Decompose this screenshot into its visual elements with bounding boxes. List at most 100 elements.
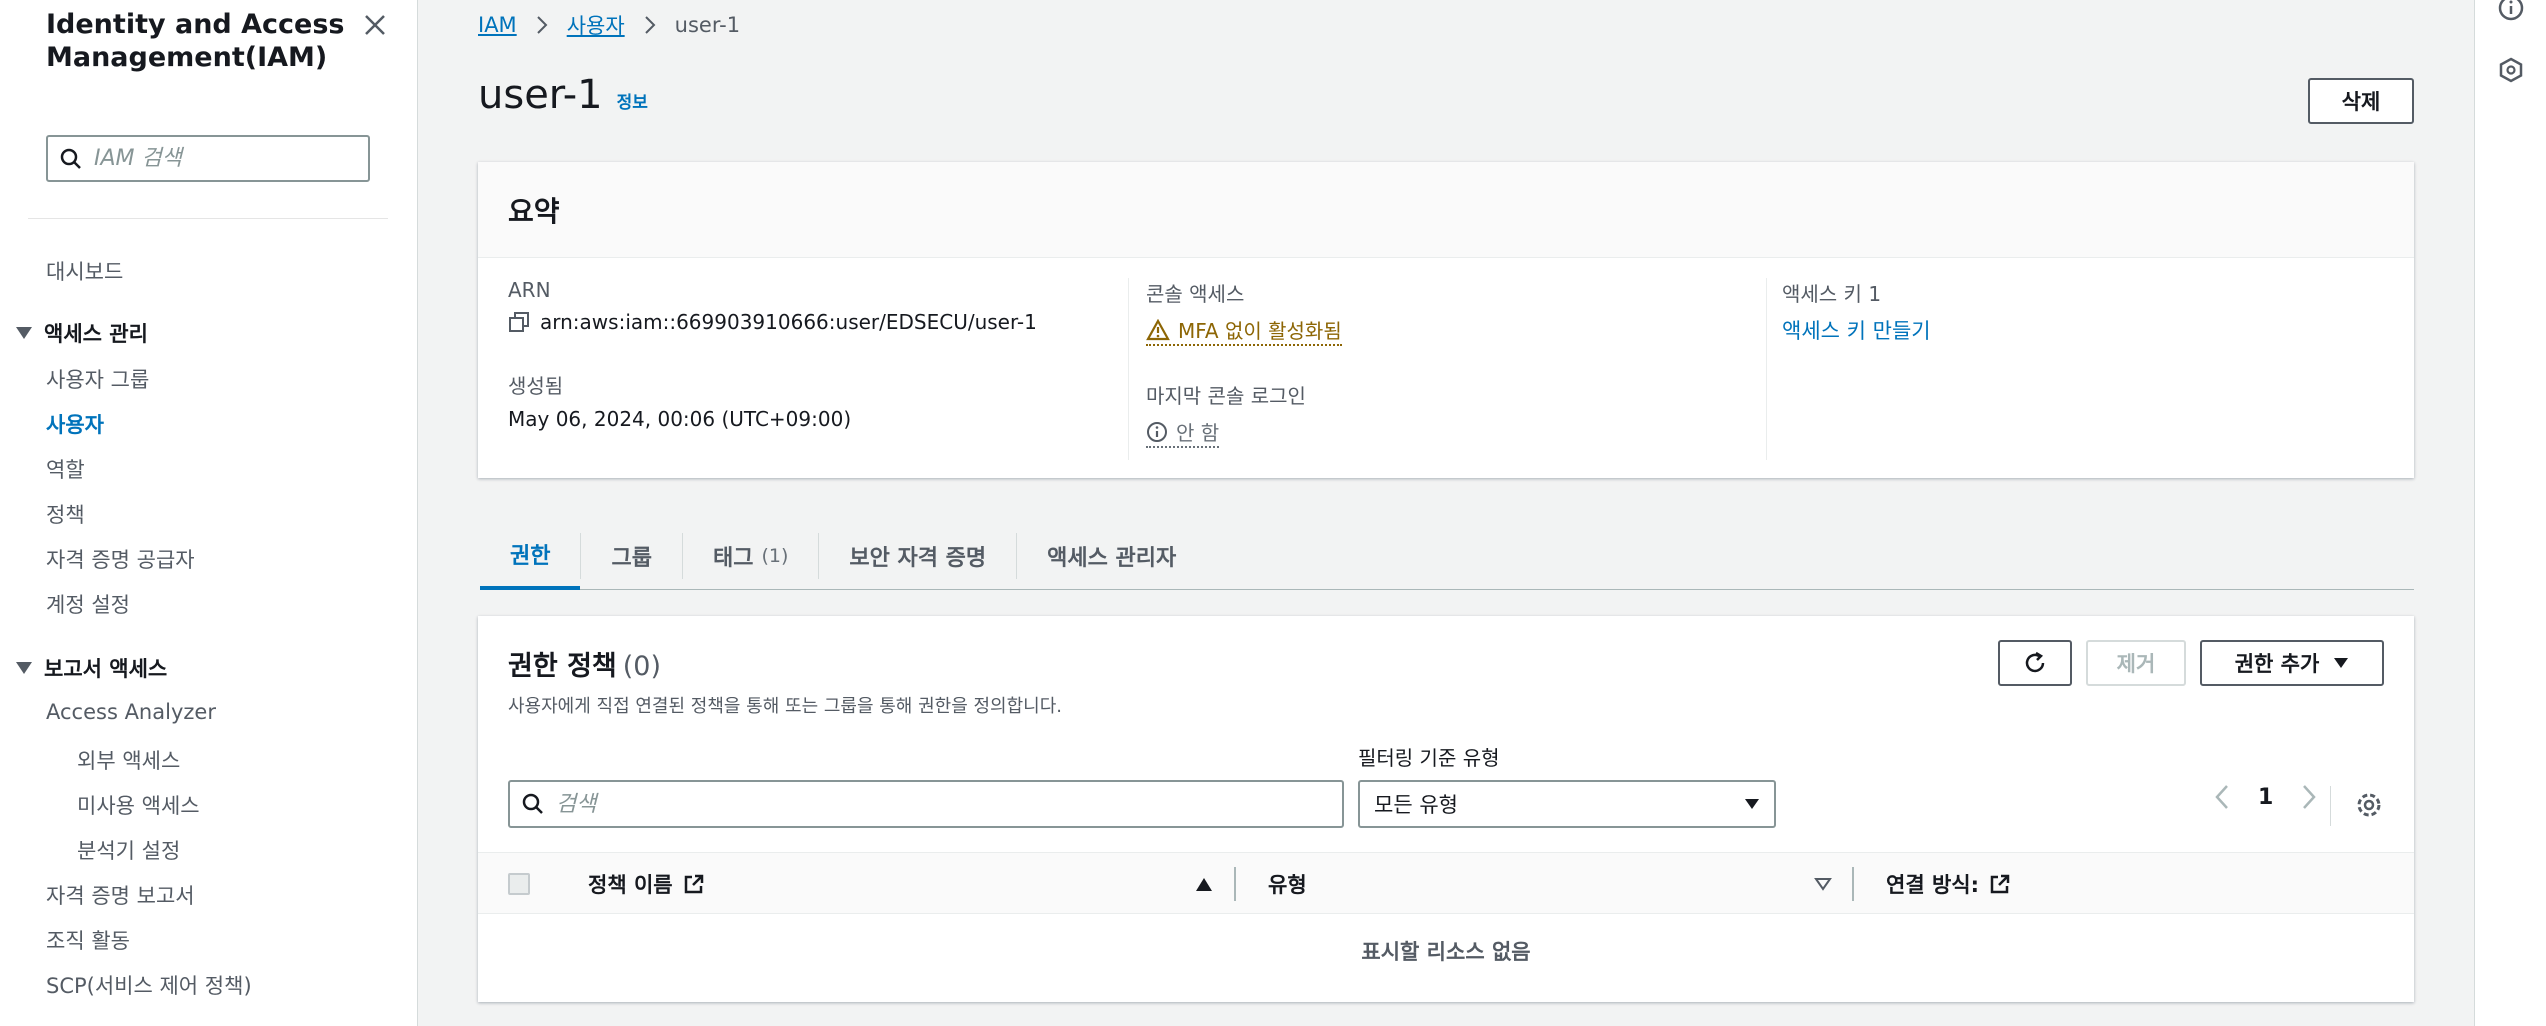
caret-down-icon xyxy=(1745,799,1759,809)
sidebar-item-organization-activity[interactable]: 조직 활동 xyxy=(46,925,130,955)
policy-search-input[interactable] xyxy=(556,791,1316,817)
column-policy-name[interactable]: 정책 이름 xyxy=(588,853,705,915)
sidebar-item-users[interactable]: 사용자 xyxy=(46,409,104,439)
sidebar-search-input[interactable] xyxy=(94,146,354,171)
filter-type-label: 필터링 기준 유형 xyxy=(1358,746,1500,770)
page-title: user-1 정보 xyxy=(478,72,648,118)
created-label: 생성됨 xyxy=(508,374,564,398)
last-login-label: 마지막 콘솔 로그인 xyxy=(1146,384,1306,408)
sidebar-item-analyzer-settings[interactable]: 분석기 설정 xyxy=(77,835,180,865)
sidebar-item-user-groups[interactable]: 사용자 그룹 xyxy=(46,364,149,394)
create-access-key-link[interactable]: 액세스 키 만들기 xyxy=(1782,315,1931,345)
console-access-label: 콘솔 액세스 xyxy=(1146,282,1245,306)
tab-permissions[interactable]: 권한 xyxy=(480,522,581,590)
pager-divider xyxy=(2330,786,2331,826)
sidebar-item-identity-providers[interactable]: 자격 증명 공급자 xyxy=(46,544,195,574)
pagination: 1 xyxy=(2214,784,2317,810)
refresh-button[interactable] xyxy=(1998,640,2072,686)
tab-label: 그룹 xyxy=(611,546,652,571)
breadcrumb-iam[interactable]: IAM xyxy=(478,13,517,37)
tab-label: 권한 xyxy=(510,544,551,569)
column-type[interactable]: 유형 xyxy=(1268,853,1307,915)
filter-type-select[interactable]: 모든 유형 xyxy=(1358,780,1776,828)
tab-label: 태그 xyxy=(712,546,754,571)
breadcrumb-users[interactable]: 사용자 xyxy=(567,10,625,40)
delete-button[interactable]: 삭제 xyxy=(2308,78,2414,124)
column-divider xyxy=(1766,278,1767,460)
chevron-left-icon[interactable] xyxy=(2214,784,2230,810)
close-icon[interactable] xyxy=(358,8,392,42)
permissions-card: 권한 정책 (0) 사용자에게 직접 연결된 정책을 통해 또는 그룹을 통해 권… xyxy=(478,616,2414,1002)
right-rail xyxy=(2474,0,2546,1026)
sidebar-item-scp[interactable]: SCP(서비스 제어 정책) xyxy=(46,970,252,1000)
column-divider xyxy=(1852,867,1854,901)
sidebar-item-account-settings[interactable]: 계정 설정 xyxy=(46,589,130,619)
page-number[interactable]: 1 xyxy=(2258,785,2273,810)
permissions-count: (0) xyxy=(622,651,662,682)
breadcrumb: IAM 사용자 user-1 xyxy=(478,10,740,40)
summary-col-access-key: 액세스 키 1 액세스 키 만들기 xyxy=(1782,278,1931,345)
summary-col-console: 콘솔 액세스 MFA 없이 활성화됨 마지막 콘솔 로그인 안 함 xyxy=(1146,278,1342,448)
column-label: 정책 이름 xyxy=(588,873,673,897)
info-icon[interactable] xyxy=(2495,0,2527,24)
add-permissions-button[interactable]: 권한 추가 xyxy=(2200,640,2384,686)
permissions-description: 사용자에게 직접 연결된 정책을 통해 또는 그룹을 통해 권한을 정의합니다. xyxy=(508,696,1063,717)
column-divider xyxy=(1128,278,1129,460)
sidebar-item-external-access[interactable]: 외부 액세스 xyxy=(77,745,180,775)
sidebar-search[interactable] xyxy=(46,135,370,182)
sidebar-title: Identity and Access Management(IAM) xyxy=(46,9,345,73)
last-login-status[interactable]: 안 함 xyxy=(1146,417,1220,448)
sidebar-item-roles[interactable]: 역할 xyxy=(46,454,85,484)
sidebar-item-policies[interactable]: 정책 xyxy=(46,499,85,529)
policy-search[interactable] xyxy=(508,780,1344,828)
tab-label: 보안 자격 증명 xyxy=(849,546,987,571)
external-link-icon xyxy=(1990,874,2010,894)
sort-ascending-icon[interactable] xyxy=(1196,853,1212,915)
arn-text: arn:aws:iam::669903910666:user/EDSECU/us… xyxy=(540,310,1037,334)
tab-bar: 권한 그룹 태그 (1) 보안 자격 증명 액세스 관리자 xyxy=(480,522,2414,590)
select-all-checkbox[interactable] xyxy=(508,873,530,895)
copy-icon[interactable] xyxy=(508,311,530,333)
sidebar-item-access-analyzer[interactable]: Access Analyzer xyxy=(46,700,216,724)
sidebar-item-credential-report[interactable]: 자격 증명 보고서 xyxy=(46,880,195,910)
sidebar-section-label: 액세스 관리 xyxy=(44,322,148,346)
created-value: May 06, 2024, 00:06 (UTC+09:00) xyxy=(508,407,852,431)
column-divider xyxy=(1234,867,1236,901)
caret-down-icon xyxy=(2334,658,2349,668)
chevron-right-icon xyxy=(644,16,656,34)
chevron-right-icon[interactable] xyxy=(2301,784,2317,810)
caret-down-icon xyxy=(16,662,32,674)
table-header: 정책 이름 유형 연결 방식: xyxy=(478,852,2414,914)
last-login-text: 안 함 xyxy=(1176,421,1220,445)
arn-value: arn:aws:iam::669903910666:user/EDSECU/us… xyxy=(508,310,1037,334)
sidebar-item-unused-access[interactable]: 미사용 액세스 xyxy=(77,790,200,820)
hexagon-settings-icon[interactable] xyxy=(2495,54,2527,86)
refresh-icon xyxy=(2025,651,2045,673)
permissions-title: 권한 정책 (0) xyxy=(508,644,661,683)
summary-card: 요약 ARN arn:aws:iam::669903910666:user/ED… xyxy=(478,162,2414,478)
search-icon xyxy=(60,148,81,169)
sidebar-section-label: 보고서 액세스 xyxy=(44,657,168,681)
chevron-right-icon xyxy=(536,16,548,34)
tab-groups[interactable]: 그룹 xyxy=(581,522,681,590)
summary-col-arn: ARN arn:aws:iam::669903910666:user/EDSEC… xyxy=(508,278,1037,431)
tab-access-advisor[interactable]: 액세스 관리자 xyxy=(1017,522,1206,590)
permissions-title-text: 권한 정책 xyxy=(508,651,617,682)
breadcrumb-current: user-1 xyxy=(674,13,741,37)
tab-tags[interactable]: 태그 (1) xyxy=(683,522,818,590)
gear-icon[interactable] xyxy=(2350,786,2388,828)
console-access-status[interactable]: MFA 없이 활성화됨 xyxy=(1146,315,1342,346)
sidebar-item-dashboard[interactable]: 대시보드 xyxy=(46,256,123,286)
tab-security-credentials[interactable]: 보안 자격 증명 xyxy=(819,522,1016,590)
empty-state: 표시할 리소스 없음 xyxy=(1361,940,1531,964)
caret-down-icon xyxy=(16,327,32,339)
info-icon xyxy=(1147,421,1167,442)
filter-type-value: 모든 유형 xyxy=(1374,793,1458,817)
remove-button[interactable]: 제거 xyxy=(2086,640,2186,686)
column-attached-via[interactable]: 연결 방식: xyxy=(1886,853,2011,915)
sort-descending-icon[interactable] xyxy=(1814,853,1832,915)
access-key-label: 액세스 키 1 xyxy=(1782,282,1882,306)
info-link[interactable]: 정보 xyxy=(617,88,648,113)
sidebar-section-access[interactable]: 액세스 관리 xyxy=(16,318,148,348)
sidebar-section-report[interactable]: 보고서 액세스 xyxy=(16,653,167,683)
